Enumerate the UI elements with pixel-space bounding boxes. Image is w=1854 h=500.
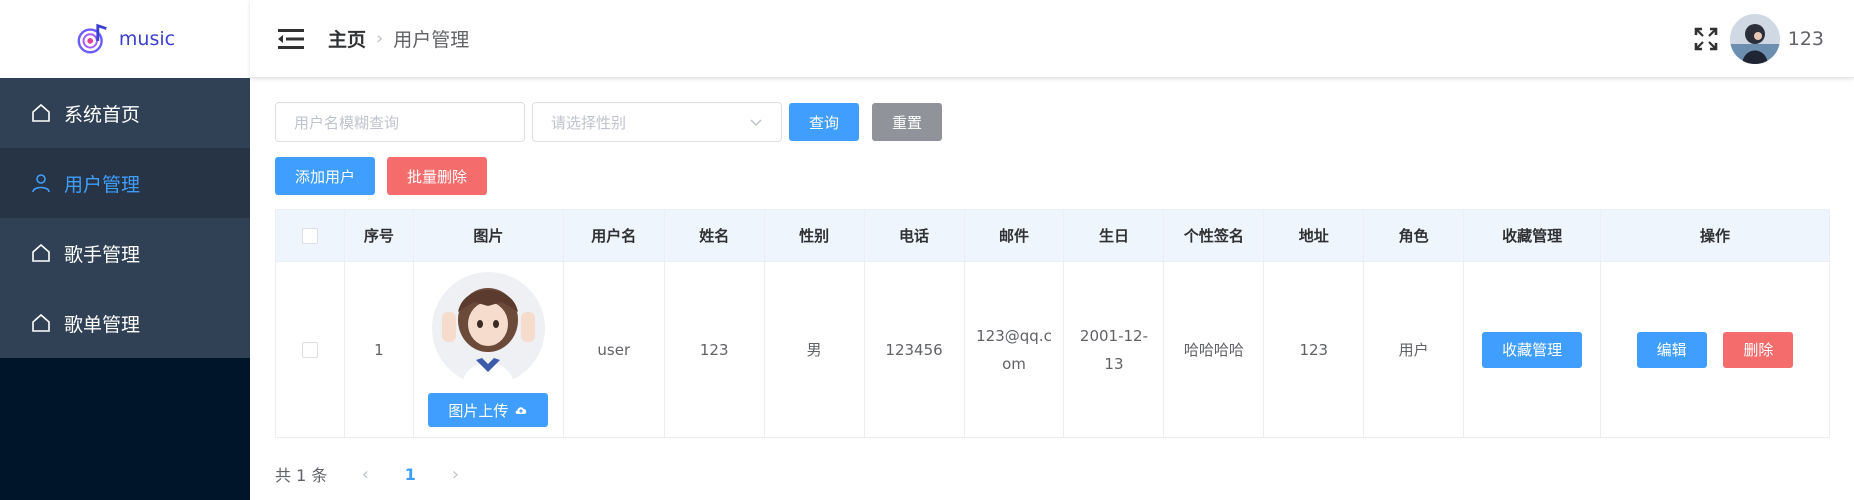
- select-placeholder: 请选择性别: [551, 113, 627, 132]
- collect-manage-button[interactable]: 收藏管理: [1482, 331, 1583, 368]
- column-header: 地址: [1263, 209, 1365, 262]
- breadcrumb-separator: ›: [376, 28, 384, 49]
- cell-username: user: [563, 261, 665, 438]
- cell-name: 123: [664, 261, 765, 438]
- cell-gender: 男: [764, 261, 865, 438]
- add-user-button[interactable]: 添加用户: [275, 157, 375, 195]
- music-note-icon: [77, 23, 107, 54]
- batch-delete-button[interactable]: 批量删除: [387, 157, 487, 195]
- app-root: music 系统首页 用户管理 歌手管理 歌单管理 主页 › 用户管理 123 …: [0, 0, 1854, 500]
- sidebar-menu: 系统首页 用户管理 歌手管理 歌单管理: [0, 78, 250, 358]
- sidebar-item-label: 歌单管理: [64, 313, 141, 336]
- top-header: 主页 › 用户管理 123: [250, 0, 1854, 78]
- chevron-down-icon: [750, 119, 762, 127]
- cell-index: 1: [344, 261, 414, 438]
- sidebar-item-label: 歌手管理: [64, 243, 141, 266]
- row-select-cell: [275, 261, 345, 438]
- cell-birthday: 2001-12- 13: [1063, 261, 1165, 438]
- edit-button[interactable]: 编辑: [1636, 331, 1707, 368]
- column-header: 电话: [864, 209, 965, 262]
- upload-picture-button[interactable]: 图片上传: [428, 393, 549, 427]
- breadcrumb: 主页 › 用户管理: [328, 25, 469, 52]
- pagination-total: 共 1 条: [275, 466, 328, 485]
- sidebar-item-home[interactable]: 系统首页: [0, 78, 250, 148]
- cell-phone: 123456: [864, 261, 965, 438]
- filter-bar: 用户名模糊查询 请选择性别 查询 重置: [275, 102, 1830, 142]
- page-number[interactable]: 1: [385, 465, 435, 484]
- username[interactable]: 123: [1788, 28, 1824, 50]
- user-icon: [30, 172, 52, 194]
- input-placeholder: 用户名模糊查询: [294, 113, 400, 132]
- main-content: 用户名模糊查询 请选择性别 查询 重置 添加用户 批量删除 序号 图片 用户名 …: [275, 102, 1830, 486]
- column-header: 用户名: [563, 209, 665, 262]
- home-icon: [30, 312, 52, 334]
- fullscreen-icon[interactable]: [1694, 27, 1718, 51]
- column-header: 操作: [1600, 209, 1830, 262]
- cloud-upload-icon: [515, 407, 527, 414]
- delete-button[interactable]: 删除: [1723, 331, 1794, 368]
- column-header: 角色: [1363, 209, 1465, 262]
- cell-actions: 编辑 删除: [1600, 261, 1830, 438]
- cell-address: 123: [1263, 261, 1365, 438]
- gender-select[interactable]: 请选择性别: [532, 102, 782, 142]
- table-header-row: 序号 图片 用户名 姓名 性别 电话 邮件 生日 个性签名 地址 角色 收藏管理…: [275, 209, 1830, 262]
- brand-name: music: [118, 28, 176, 50]
- user-picture: [431, 272, 545, 385]
- email-line: om: [1002, 354, 1026, 373]
- table-row: 1 图片上传 user 123 男 123456 123@qq.c om 200…: [275, 261, 1830, 438]
- sidebar-item-label: 系统首页: [64, 103, 141, 126]
- sidebar-item-users[interactable]: 用户管理: [0, 148, 250, 218]
- birthday-line: 13: [1104, 354, 1124, 373]
- email-line: 123@qq.c: [976, 326, 1052, 345]
- sidebar-item-label: 用户管理: [64, 173, 141, 196]
- reset-button[interactable]: 重置: [872, 103, 942, 141]
- column-header: 收藏管理: [1463, 209, 1602, 262]
- header-right: 123: [1694, 0, 1824, 78]
- cell-picture: 图片上传: [413, 261, 564, 438]
- breadcrumb-current: 用户管理: [393, 29, 470, 51]
- row-checkbox[interactable]: [301, 342, 318, 358]
- brand-logo[interactable]: music: [0, 0, 250, 78]
- next-page-button[interactable]: ›: [435, 464, 475, 485]
- select-all-checkbox[interactable]: [301, 228, 318, 244]
- column-header: 邮件: [964, 209, 1065, 262]
- username-search-input[interactable]: 用户名模糊查询: [275, 102, 525, 142]
- home-icon: [30, 102, 52, 124]
- breadcrumb-home[interactable]: 主页: [328, 25, 366, 52]
- cell-email: 123@qq.c om: [964, 261, 1065, 438]
- cell-collect: 收藏管理: [1463, 261, 1602, 438]
- column-header: 序号: [344, 209, 414, 262]
- home-icon: [30, 242, 52, 264]
- column-header: 生日: [1063, 209, 1165, 262]
- sidebar-item-playlists[interactable]: 歌单管理: [0, 288, 250, 358]
- column-header: 性别: [764, 209, 865, 262]
- menu-fold-icon[interactable]: [278, 28, 304, 50]
- users-table: 序号 图片 用户名 姓名 性别 电话 邮件 生日 个性签名 地址 角色 收藏管理…: [275, 209, 1830, 438]
- query-button[interactable]: 查询: [789, 103, 859, 141]
- cell-signature: 哈哈哈哈: [1163, 261, 1265, 438]
- upload-label: 图片上传: [448, 401, 509, 420]
- action-bar: 添加用户 批量删除: [275, 156, 1830, 196]
- select-all-header: [275, 209, 345, 262]
- pagination: 共 1 条 ‹ 1 ›: [275, 462, 1830, 486]
- avatar[interactable]: [1729, 14, 1780, 64]
- birthday-line: 2001-12-: [1079, 326, 1148, 345]
- column-header: 个性签名: [1163, 209, 1265, 262]
- column-header: 图片: [413, 209, 564, 262]
- sidebar-item-singers[interactable]: 歌手管理: [0, 218, 250, 288]
- column-header: 姓名: [664, 209, 765, 262]
- cell-role: 用户: [1363, 261, 1465, 438]
- sidebar: music 系统首页 用户管理 歌手管理 歌单管理: [0, 0, 250, 500]
- prev-page-button[interactable]: ‹: [345, 464, 385, 485]
